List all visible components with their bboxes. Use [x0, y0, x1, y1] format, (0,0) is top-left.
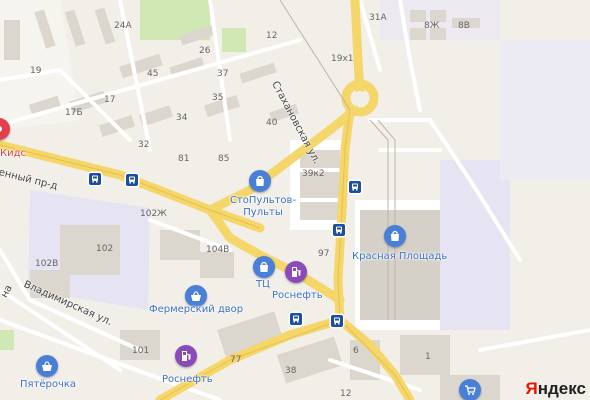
pin-icon: [0, 126, 2, 132]
building-number: 19: [30, 66, 42, 76]
poi-pin-stopultov[interactable]: [249, 170, 271, 192]
building-number: 6: [353, 346, 359, 356]
building-number: 8Ж: [424, 21, 440, 31]
poi-pin-krasnaya-ploshchad[interactable]: [384, 225, 406, 247]
map-canvas[interactable]: 24A 26 19 45 37 12 19х1 31А 8Ж 8В 17 17Б…: [0, 0, 590, 400]
building-number: 24A: [114, 21, 132, 31]
building-number: 32: [138, 140, 150, 150]
bus-stop-icon[interactable]: [89, 173, 101, 185]
bus-stop-icon[interactable]: [290, 313, 302, 325]
building-number: 39к2: [302, 169, 325, 179]
poi-label-rosneft-2[interactable]: Роснефть: [162, 374, 213, 386]
poi-label-kids[interactable]: Кидс: [0, 148, 26, 160]
building-number: 101: [132, 346, 150, 356]
yandex-logo[interactable]: Яндекс: [526, 380, 586, 397]
building-number: 26: [199, 46, 211, 56]
building-number: 40: [266, 118, 278, 128]
poi-label-fermersky-dvor[interactable]: Фермерский двор: [149, 304, 243, 316]
poi-pin-pyaterochka[interactable]: [36, 355, 58, 377]
poi-label-rosneft[interactable]: Роснефть: [272, 290, 323, 302]
building-number: 12: [266, 31, 278, 41]
fuel-pump-icon: [182, 351, 191, 361]
basket-icon: [191, 291, 201, 301]
building-number: 17: [104, 95, 116, 105]
building-number: 31А: [369, 13, 387, 23]
building-number: 34: [176, 113, 188, 123]
building-number: 38: [285, 366, 297, 376]
shopping-bag-icon: [260, 261, 268, 272]
building-number: 17Б: [65, 108, 83, 118]
building-number: 1: [425, 352, 431, 362]
poi-pin-tc[interactable]: [253, 256, 275, 278]
poi-pin-rosneft[interactable]: [285, 261, 307, 283]
bus-stop-icon[interactable]: [126, 174, 138, 186]
building-number: 45: [147, 69, 159, 79]
building-number: 104В: [206, 245, 230, 255]
poi-label-tc[interactable]: ТЦ: [256, 279, 270, 291]
poi-label-pyaterochka[interactable]: Пятёрочка: [20, 379, 76, 391]
poi-label-krasnaya-ploshchad[interactable]: Красная Площадь: [352, 251, 447, 263]
building-number: 102В: [35, 259, 59, 269]
building-number: 97: [318, 249, 330, 259]
bus-stop-icon[interactable]: [349, 181, 361, 193]
basket-icon: [42, 361, 52, 371]
shopping-cart-icon: [465, 385, 476, 395]
bus-stop-icon[interactable]: [333, 224, 345, 236]
building-number: 102Ж: [140, 209, 167, 219]
building-number: 85: [218, 154, 230, 164]
bus-stop-icon[interactable]: [331, 315, 343, 327]
building-number: 35: [212, 93, 224, 103]
building-number: 37: [217, 69, 229, 79]
poi-pin-shop[interactable]: [459, 379, 481, 400]
poi-label-stopultov[interactable]: СтоПультов-Пульты: [222, 195, 304, 218]
building-number: 77: [230, 355, 242, 365]
building-number: 19х1: [331, 54, 354, 64]
poi-pin-rosneft-2[interactable]: [175, 345, 197, 367]
fuel-pump-icon: [292, 267, 301, 277]
shopping-bag-icon: [256, 175, 264, 186]
building-number: 12: [340, 389, 352, 399]
building-number: 102: [96, 244, 114, 254]
building-number: 81: [178, 154, 190, 164]
building-number: 8В: [458, 21, 470, 31]
shopping-bag-icon: [391, 230, 399, 241]
